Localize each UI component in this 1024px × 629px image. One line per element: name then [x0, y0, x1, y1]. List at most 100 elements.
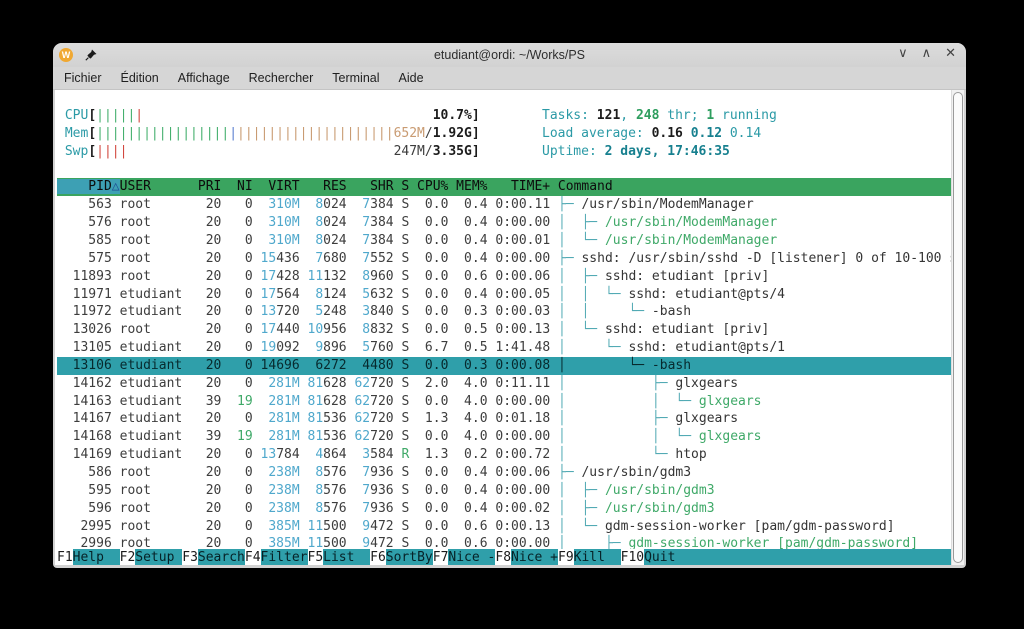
cell-mem: 0.2 — [456, 447, 495, 462]
minimize-button[interactable]: ∨ — [898, 46, 908, 61]
tree-branch: │ │ └─ — [558, 287, 628, 302]
close-button[interactable]: ✕ — [945, 46, 956, 61]
f2-setup-button[interactable]: Setup — [135, 549, 182, 565]
cell-command: -bash — [652, 304, 691, 319]
cell-pid: 14169 — [57, 447, 120, 462]
cell-cpu: 0.0 — [417, 358, 456, 373]
cell-pid: 13105 — [57, 340, 120, 355]
process-row[interactable]: 576 root 20 0 310M 8024 7384 S 0.0 0.4 0… — [57, 214, 951, 232]
terminal-screen[interactable]: CPU[|||||| 10.7%]Tasks: 121, 248 thr; 1 … — [57, 90, 951, 565]
cell-pri: 20 — [198, 269, 229, 284]
cell-mem: 0.4 — [456, 197, 495, 212]
cell-command: /usr/sbin/gdm3 — [605, 501, 715, 516]
process-row[interactable]: 2995 root 20 0 385M 11500 9472 S 0.0 0.6… — [57, 518, 951, 536]
cell-state: S — [401, 376, 417, 391]
process-row[interactable]: 586 root 20 0 238M 8576 7936 S 0.0 0.4 0… — [57, 464, 951, 482]
cell-pri: 20 — [198, 233, 229, 248]
cell-pid: 2995 — [57, 519, 120, 534]
cell-pid: 585 — [57, 233, 120, 248]
cell-pri: 20 — [198, 519, 229, 534]
process-row[interactable]: 11972 etudiant 20 0 13720 5248 3840 S 0.… — [57, 303, 951, 321]
f2-key: F2 — [120, 549, 136, 565]
f3-search-button[interactable]: Search — [198, 549, 245, 565]
process-row[interactable]: 14163 etudiant 39 19 281M 81628 62720 S … — [57, 393, 951, 411]
cell-time: 0:00.00 — [495, 215, 558, 230]
process-row[interactable]: 596 root 20 0 238M 8576 7936 S 0.0 0.4 0… — [57, 500, 951, 518]
cell-time: 0:00.03 — [495, 304, 558, 319]
f8-nice-button[interactable]: Nice + — [511, 549, 558, 565]
cell-pid: 14167 — [57, 411, 120, 426]
process-row[interactable]: 11893 root 20 0 17428 11132 8960 S 0.0 0… — [57, 268, 951, 286]
cell-time: 0:00.11 — [495, 197, 558, 212]
maximize-button[interactable]: ∧ — [922, 46, 932, 61]
process-row[interactable]: 14169 etudiant 20 0 13784 4864 3584 R 1.… — [57, 446, 951, 464]
mem-meter-label: Mem — [57, 126, 88, 141]
process-row-selected[interactable]: 13106 etudiant 20 0 14696 6272 4480 S 0.… — [57, 357, 951, 375]
cell-mem: 0.5 — [456, 340, 495, 355]
mem-meter-value: 1.92G — [433, 126, 472, 141]
cell-command: glxgears — [675, 376, 738, 391]
cell-ni: 0 — [229, 233, 260, 248]
cell-ni: 0 — [229, 358, 260, 373]
f10-quit-button[interactable]: Quit — [644, 549, 691, 565]
menu-item-dition[interactable]: Édition — [121, 71, 159, 85]
process-row[interactable]: 575 root 20 0 15436 7680 7552 S 0.0 0.4 … — [57, 250, 951, 268]
cell-state: S — [401, 483, 417, 498]
cell-mem: 0.4 — [456, 215, 495, 230]
cell-pid: 14163 — [57, 394, 120, 409]
cell-time: 0:00.00 — [495, 251, 558, 266]
f1-help-button[interactable]: Help — [73, 549, 120, 565]
cell-ni: 0 — [229, 304, 260, 319]
process-row[interactable]: 13105 etudiant 20 0 19092 9896 5760 S 6.… — [57, 339, 951, 357]
cell-pid: 14162 — [57, 376, 120, 391]
cell-cpu: 0.0 — [417, 269, 456, 284]
cell-pid: 11972 — [57, 304, 120, 319]
process-row[interactable]: 563 root 20 0 310M 8024 7384 S 0.0 0.4 0… — [57, 196, 951, 214]
cell-time: 0:00.00 — [495, 429, 558, 444]
cell-ni: 0 — [229, 269, 260, 284]
scrollbar-thumb[interactable] — [953, 92, 963, 563]
cell-cpu: 6.7 — [417, 340, 456, 355]
process-row[interactable]: 13026 root 20 0 17440 10956 8832 S 0.0 0… — [57, 321, 951, 339]
f9-kill-button[interactable]: Kill — [574, 549, 621, 565]
process-row[interactable]: 11971 etudiant 20 0 17564 8124 5632 S 0.… — [57, 286, 951, 304]
f6-key: F6 — [370, 549, 386, 565]
column-header-pid[interactable]: PID△ — [57, 179, 120, 194]
cell-cpu: 0.0 — [417, 322, 456, 337]
title-bar[interactable]: W etudiant@ordi: ~/Works/PS ∨ ∧ ✕ — [53, 43, 966, 67]
cell-pri: 20 — [198, 287, 229, 302]
process-row[interactable]: 14162 etudiant 20 0 281M 81628 62720 S 2… — [57, 375, 951, 393]
cell-state: S — [401, 340, 417, 355]
cell-mem: 0.4 — [456, 483, 495, 498]
f5-list-button[interactable]: List — [323, 549, 370, 565]
cell-state: S — [401, 269, 417, 284]
cell-pid: 13026 — [57, 322, 120, 337]
cell-ni: 0 — [229, 447, 260, 462]
column-headers[interactable]: USER PRI NI VIRT RES SHR S CPU% MEM% TIM… — [120, 179, 613, 194]
process-row[interactable]: 585 root 20 0 310M 8024 7384 S 0.0 0.4 0… — [57, 232, 951, 250]
f7-nice-button[interactable]: Nice - — [448, 549, 495, 565]
cell-time: 0:00.00 — [495, 483, 558, 498]
cell-ni: 0 — [229, 322, 260, 337]
cell-command: sshd: etudiant@pts/1 — [628, 340, 785, 355]
window-title: etudiant@ordi: ~/Works/PS — [53, 48, 966, 62]
f6-sortby-button[interactable]: SortBy — [386, 549, 433, 565]
tree-branch: ├─ — [558, 197, 581, 212]
menu-item-affichage[interactable]: Affichage — [178, 71, 230, 85]
f4-filter-button[interactable]: Filter — [261, 549, 308, 565]
cell-time: 0:00.13 — [495, 519, 558, 534]
process-row[interactable]: 14167 etudiant 20 0 281M 81536 62720 S 1… — [57, 410, 951, 428]
cell-pid: 576 — [57, 215, 120, 230]
cell-mem: 0.4 — [456, 251, 495, 266]
menu-item-fichier[interactable]: Fichier — [64, 71, 102, 85]
scrollbar[interactable] — [951, 90, 964, 565]
menu-item-rechercher[interactable]: Rechercher — [249, 71, 314, 85]
process-row[interactable]: 14168 etudiant 39 19 281M 81536 62720 S … — [57, 428, 951, 446]
meter-bars: | — [229, 126, 237, 141]
menu-item-aide[interactable]: Aide — [399, 71, 424, 85]
process-row[interactable]: 595 root 20 0 238M 8576 7936 S 0.0 0.4 0… — [57, 482, 951, 500]
menu-item-terminal[interactable]: Terminal — [332, 71, 379, 85]
cell-command: -bash — [652, 358, 691, 373]
cell-user: etudiant — [120, 376, 198, 391]
cell-user: etudiant — [120, 287, 198, 302]
